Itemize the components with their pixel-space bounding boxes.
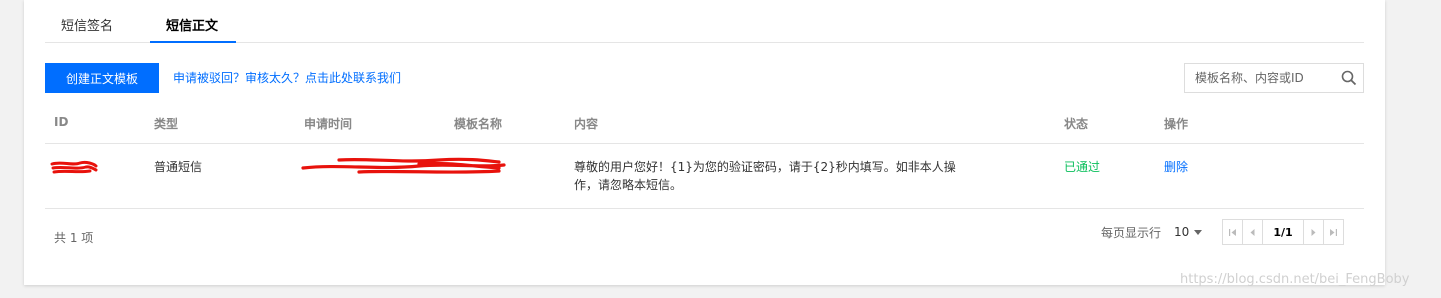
main-panel: 短信签名 短信正文 创建正文模板 申请被驳回？审核太久？点击此处联系我们 ID … bbox=[24, 0, 1385, 285]
header-name: 模板名称 bbox=[454, 117, 503, 131]
redacted-time-name-scribble bbox=[301, 157, 506, 174]
cell-content: 尊敬的用户您好！{1}为您的验证密码，请于{2}秒内填写。如非本人操作，请忽略本… bbox=[574, 160, 956, 192]
contact-us-link[interactable]: 申请被驳回？审核太久？点击此处联系我们 bbox=[173, 70, 401, 86]
search-box bbox=[1184, 63, 1364, 93]
last-page-icon[interactable] bbox=[1324, 220, 1343, 244]
first-page-icon[interactable] bbox=[1223, 220, 1243, 244]
redacted-id-scribble bbox=[50, 160, 98, 174]
tab-sms-signature[interactable]: 短信签名 bbox=[61, 18, 113, 42]
page-size-value: 10 bbox=[1174, 225, 1190, 239]
template-table: ID 类型 申请时间 模板名称 内容 状态 操作 普通短信 尊敬的用户您好！{1… bbox=[45, 101, 1364, 209]
header-action: 操作 bbox=[1164, 117, 1189, 131]
page-size-select[interactable]: 10 bbox=[1174, 222, 1203, 242]
cell-type: 普通短信 bbox=[154, 160, 203, 174]
page-indicator: 1/1 bbox=[1263, 220, 1304, 244]
table-header: ID 类型 申请时间 模板名称 内容 状态 操作 bbox=[45, 101, 1364, 144]
delete-link[interactable]: 删除 bbox=[1164, 158, 1188, 176]
header-status: 状态 bbox=[1064, 117, 1089, 131]
watermark: https://blog.csdn.net/bei_FengBoby bbox=[1180, 272, 1410, 287]
page-size-label: 每页显示行 bbox=[1101, 226, 1162, 240]
search-input[interactable] bbox=[1195, 64, 1335, 92]
tab-bar: 短信签名 短信正文 bbox=[45, 0, 1364, 43]
create-template-button[interactable]: 创建正文模板 bbox=[45, 63, 159, 93]
caret-down-icon bbox=[1194, 230, 1203, 235]
status-badge: 已通过 bbox=[1064, 160, 1101, 174]
header-type: 类型 bbox=[154, 117, 179, 131]
tab-sms-body[interactable]: 短信正文 bbox=[166, 18, 218, 42]
search-icon[interactable] bbox=[1341, 70, 1357, 86]
next-page-icon[interactable] bbox=[1304, 220, 1324, 244]
prev-page-icon[interactable] bbox=[1243, 220, 1263, 244]
header-content: 内容 bbox=[574, 117, 599, 131]
header-id: ID bbox=[54, 115, 69, 129]
active-tab-indicator bbox=[150, 41, 236, 43]
pagination: 1/1 bbox=[1222, 219, 1344, 245]
total-count: 共 1 项 bbox=[54, 231, 94, 245]
table-row: 普通短信 尊敬的用户您好！{1}为您的验证密码，请于{2}秒内填写。如非本人操作… bbox=[45, 144, 1364, 209]
header-time: 申请时间 bbox=[304, 117, 353, 131]
